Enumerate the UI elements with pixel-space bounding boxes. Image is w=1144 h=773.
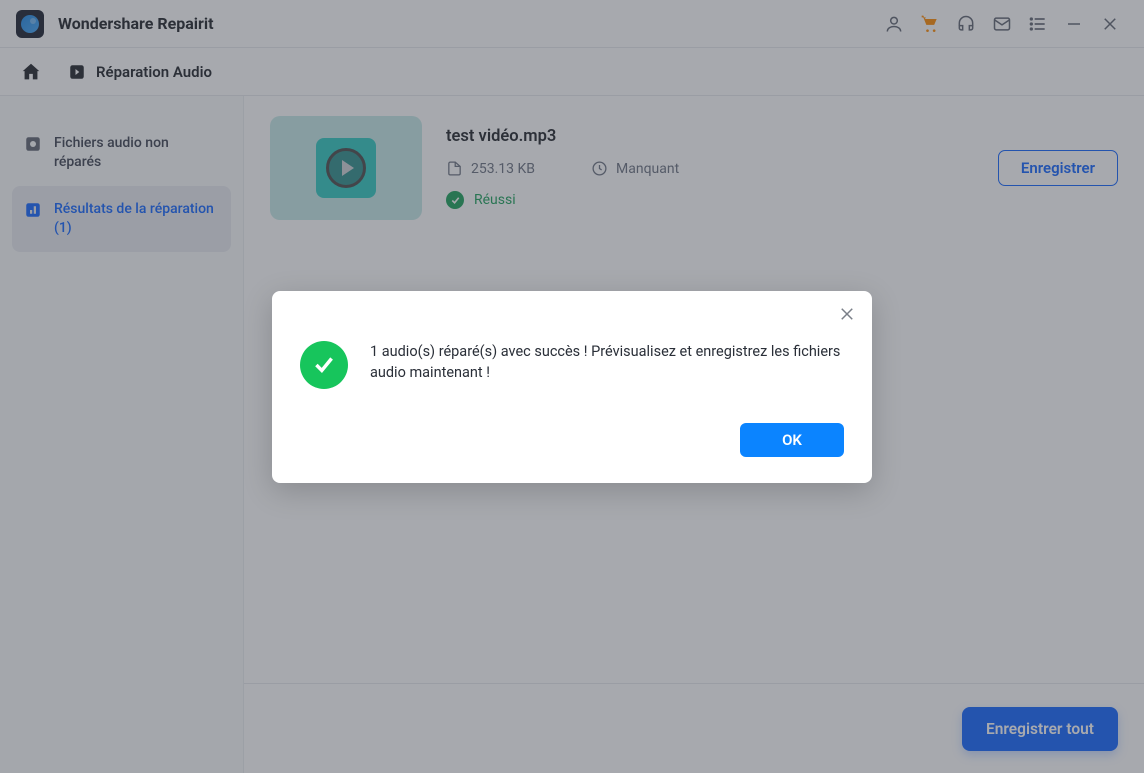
success-dialog: 1 audio(s) réparé(s) avec succès ! Prévi… <box>272 291 872 483</box>
modal-overlay: 1 audio(s) réparé(s) avec succès ! Prévi… <box>0 0 1144 773</box>
success-check-icon <box>300 341 348 389</box>
dialog-close-button[interactable] <box>838 305 856 323</box>
dialog-message: 1 audio(s) réparé(s) avec succès ! Prévi… <box>370 341 844 389</box>
ok-button[interactable]: OK <box>740 423 844 457</box>
